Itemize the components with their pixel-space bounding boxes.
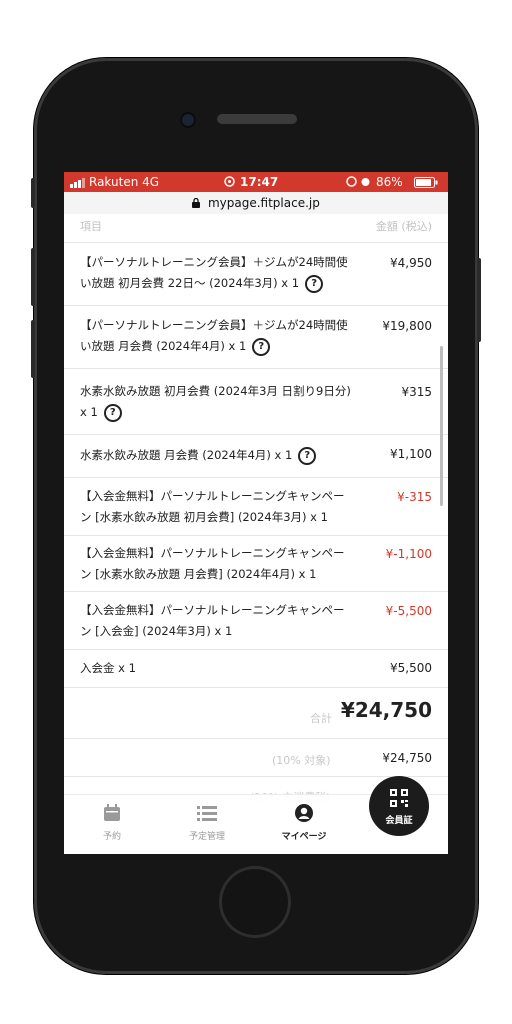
status-time: 17:47 <box>240 175 279 189</box>
row-amount: ¥315 <box>401 385 432 399</box>
summary-divider <box>64 687 448 688</box>
summary-divider <box>64 738 448 739</box>
help-icon[interactable]: ? <box>103 403 122 422</box>
tax-target-value: ¥24,750 <box>382 751 432 765</box>
table-row: 【パーソナルトレーニング会員】＋ジムが24時間使い放題 初月会費 22日〜 (2… <box>64 242 448 306</box>
lock-rotation-icon <box>346 176 357 190</box>
row-amount: ¥4,950 <box>390 256 432 270</box>
row-amount: ¥-315 <box>397 490 432 504</box>
table-row: 【パーソナルトレーニング会員】＋ジムが24時間使い放題 月会費 (2024年4月… <box>64 305 448 369</box>
tab-label: 予定管理 <box>188 832 225 842</box>
help-icon[interactable]: ? <box>305 274 324 293</box>
scrollbar[interactable] <box>440 346 443 506</box>
status-bar: Rakuten 4G 17:47 86% <box>64 172 448 192</box>
member-card-button[interactable]: 会員証 <box>369 776 429 836</box>
user-icon <box>269 803 339 826</box>
row-description: 【入会金無料】パーソナルトレーニングキャンペーン [水素水飲み放題 初月会費] … <box>80 489 345 524</box>
row-amount: ¥1,100 <box>390 447 432 461</box>
tab-schedule[interactable]: 予定管理 <box>172 803 242 842</box>
signal-icon <box>70 177 86 191</box>
volume-up-button <box>31 248 35 306</box>
fab-label: 会員証 <box>385 816 413 826</box>
total-value: ¥24,750 <box>340 698 432 722</box>
tab-label: 予約 <box>102 832 121 842</box>
row-description: 【入会金無料】パーソナルトレーニングキャンペーン [水素水飲み放題 月会費] (… <box>80 546 345 581</box>
help-icon[interactable]: ? <box>252 337 271 356</box>
table-row: 【入会金無料】パーソナルトレーニングキャンペーン [水素水飲み放題 初月会費] … <box>64 477 448 536</box>
front-camera <box>182 114 194 126</box>
header-item: 項目 <box>80 220 102 233</box>
table-row: 【入会金無料】パーソナルトレーニングキャンペーン [水素水飲み放題 月会費] (… <box>64 535 448 592</box>
phone-screen: Rakuten 4G 17:47 86% mypage.fitplace.jp … <box>64 172 448 854</box>
alarm-icon <box>360 176 371 190</box>
battery-icon <box>414 177 438 191</box>
row-amount: ¥19,800 <box>382 319 432 333</box>
url-text: mypage.fitplace.jp <box>207 196 320 210</box>
calendar-icon <box>77 803 147 826</box>
row-description: 水素水飲み放題 月会費 (2024年4月) x 1? <box>80 445 352 466</box>
table-row: 【入会金無料】パーソナルトレーニングキャンペーン [入会金] (2024年3月)… <box>64 591 448 650</box>
row-amount: ¥5,500 <box>390 661 432 675</box>
tax-target-label: (10% 対象) <box>272 754 331 767</box>
carrier-label: Rakuten 4G <box>89 175 160 189</box>
tab-mypage[interactable]: マイページ <box>269 803 339 842</box>
table-header: 項目 金額 (税込) <box>64 214 448 242</box>
row-amount: ¥-1,100 <box>385 547 432 561</box>
table-row: 入会金 x 1 ¥5,500 <box>64 649 448 688</box>
mute-switch <box>31 178 35 208</box>
help-icon[interactable]: ? <box>298 446 317 465</box>
home-button[interactable] <box>222 869 288 935</box>
tab-reservation[interactable]: 予約 <box>77 803 147 842</box>
earpiece-speaker <box>217 114 297 124</box>
lock-icon <box>192 193 201 215</box>
list-icon <box>172 803 242 826</box>
row-amount: ¥-5,500 <box>385 604 432 618</box>
row-description: 【入会金無料】パーソナルトレーニングキャンペーン [入会金] (2024年3月)… <box>80 603 345 638</box>
row-description: 入会金 x 1 <box>80 661 136 675</box>
row-description: 【パーソナルトレーニング会員】＋ジムが24時間使い放題 初月会費 22日〜 (2… <box>80 252 352 294</box>
header-amount: 金額 (税込) <box>375 220 432 233</box>
tab-label: マイページ <box>281 832 327 842</box>
url-bar[interactable]: mypage.fitplace.jp <box>64 192 448 214</box>
row-description: 【パーソナルトレーニング会員】＋ジムが24時間使い放題 月会費 (2024年4月… <box>80 315 352 357</box>
volume-down-button <box>31 320 35 378</box>
table-row: 水素水飲み放題 初月会費 (2024年3月 日割り9日分) x 1? ¥315 <box>64 368 448 435</box>
clock-icon <box>224 176 235 190</box>
qr-code-icon <box>369 776 429 811</box>
power-button <box>477 258 481 342</box>
total-label: 合計 <box>310 712 332 725</box>
row-description: 水素水飲み放題 初月会費 (2024年3月 日割り9日分) x 1? <box>80 381 352 423</box>
table-row: 水素水飲み放題 月会費 (2024年4月) x 1? ¥1,100 <box>64 434 448 478</box>
battery-percent: 86% <box>376 175 403 189</box>
